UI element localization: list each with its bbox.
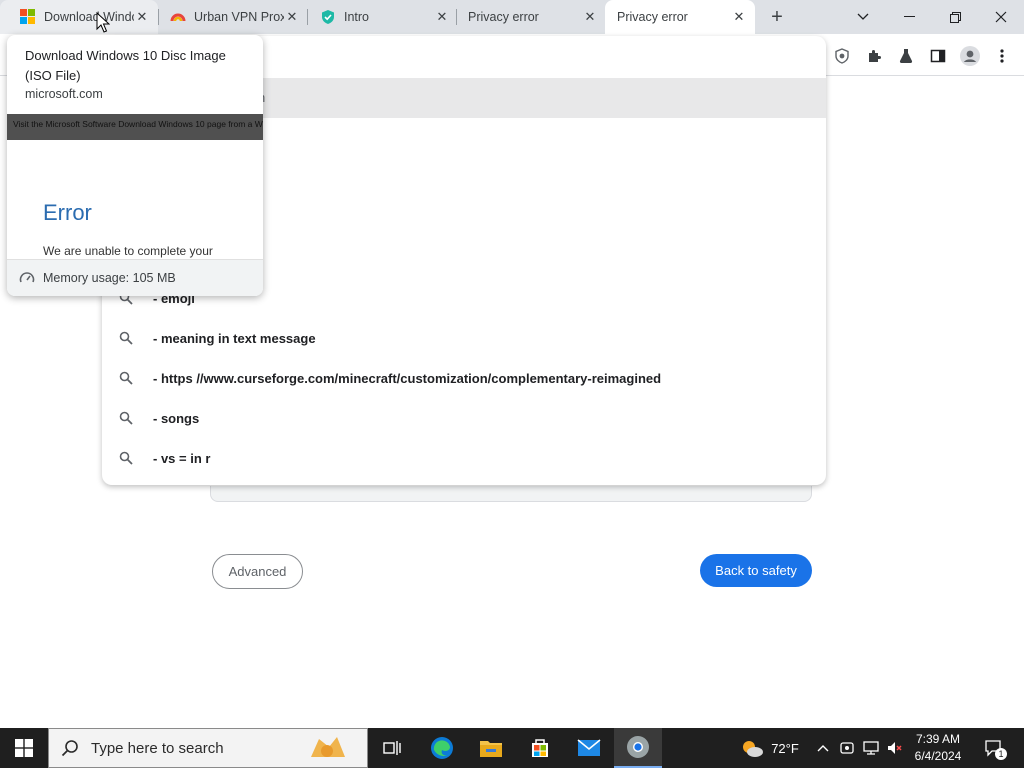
minimize-icon [903, 16, 915, 17]
close-icon[interactable]: ✕ [731, 9, 747, 25]
restore-button[interactable] [932, 0, 978, 34]
taskbar-edge[interactable] [418, 728, 466, 768]
hover-card-footer: Memory usage: 105 MB [7, 259, 263, 296]
microsoft-icon [20, 9, 36, 25]
suggestion-item[interactable]: - https //www.curseforge.com/minecraft/c… [102, 358, 826, 398]
search-icon [119, 451, 133, 465]
taskbar-clock[interactable]: 7:39 AM 6/4/2024 [908, 731, 968, 765]
tab-privacy-error-active[interactable]: Privacy error ✕ [605, 0, 755, 34]
hover-card-domain: microsoft.com [25, 87, 103, 101]
hover-card-title: Download Windows 10 Disc Image (ISO File… [25, 48, 226, 83]
notification-center-button[interactable]: 1 [980, 728, 1008, 768]
volume-muted-icon[interactable] [884, 728, 906, 768]
tab-urban-vpn[interactable]: Urban VPN Proxy ✕ [150, 0, 308, 34]
tab-download-windows[interactable]: Download Windows 10 Disc Image (ISO File… [0, 0, 158, 34]
suggestion-text: - https //www.curseforge.com/minecraft/c… [153, 370, 662, 386]
folder-icon [480, 741, 502, 757]
close-window-button[interactable] [978, 0, 1024, 34]
profile-avatar-icon[interactable] [960, 46, 980, 66]
suggestion-item[interactable]: - meaning in text message [102, 318, 826, 358]
shield-check-icon [320, 9, 336, 25]
mail-icon [577, 739, 601, 756]
minimize-button[interactable] [886, 0, 932, 34]
taskbar-store[interactable] [516, 728, 564, 768]
task-view-button[interactable] [368, 728, 416, 768]
suggestion-text: - vs = in r [153, 450, 211, 466]
hover-card-preview: Visit the Microsoft Software Download Wi… [7, 114, 263, 259]
suggestion-item[interactable]: - songs [102, 398, 826, 438]
suggestion-item[interactable]: - vs = in r [102, 438, 826, 478]
side-panel-icon[interactable] [928, 46, 948, 66]
search-icon [119, 331, 133, 345]
tab-title: Urban VPN Proxy [194, 10, 284, 24]
suggestion-text: - meaning in text message [153, 330, 316, 346]
windows-logo-icon [15, 739, 33, 757]
tab-search-button[interactable] [840, 0, 886, 34]
tab-title: Download Windows 10 Disc Image (ISO File… [44, 10, 134, 24]
search-icon [119, 411, 133, 425]
close-icon[interactable]: ✕ [284, 9, 300, 25]
search-icon [119, 371, 133, 385]
close-icon[interactable]: ✕ [582, 9, 598, 25]
new-tab-button[interactable]: + [766, 7, 788, 27]
tab-intro[interactable]: Intro ✕ [300, 0, 458, 34]
clock-date: 6/4/2024 [914, 749, 962, 763]
preview-error-body: We are unable to complete your [43, 244, 213, 258]
kebab-menu-icon[interactable] [992, 46, 1012, 66]
meet-now-icon[interactable] [836, 728, 858, 768]
tab-privacy-error[interactable]: Privacy error ✕ [448, 0, 606, 34]
preview-error-heading: Error [43, 200, 92, 225]
preview-banner-text: Visit the Microsoft Software Download Wi… [13, 119, 263, 129]
notification-count-badge: 1 [995, 748, 1007, 760]
close-icon [995, 11, 1007, 23]
memory-usage-text: Memory usage: 105 MB [43, 271, 176, 285]
close-icon[interactable]: ✕ [134, 9, 150, 25]
tab-title: Intro [344, 10, 370, 24]
task-view-icon [383, 741, 401, 755]
page-details-panel [210, 486, 812, 502]
tab-title: Privacy error [468, 10, 539, 24]
taskbar-file-explorer[interactable] [467, 728, 515, 768]
advanced-button[interactable]: Advanced [212, 554, 303, 589]
preview-banner: Visit the Microsoft Software Download Wi… [7, 114, 263, 140]
labs-flask-icon[interactable] [896, 46, 916, 66]
taskbar-mail[interactable] [565, 728, 613, 768]
extensions-puzzle-icon[interactable] [864, 46, 884, 66]
search-placeholder: Type here to search [91, 739, 224, 757]
windows-taskbar: Type here to search 72°F 7:39 AM 6/4/202… [0, 728, 1024, 768]
tab-strip: Download Windows 10 Disc Image (ISO File… [0, 0, 1024, 34]
search-icon [61, 740, 78, 757]
chrome-icon [627, 736, 649, 758]
memory-gauge-icon [19, 272, 35, 283]
store-bag-icon [532, 739, 548, 757]
tab-hover-card: Download Windows 10 Disc Image (ISO File… [7, 35, 263, 296]
network-icon[interactable] [860, 728, 882, 768]
suggestion-text: - songs [153, 410, 200, 426]
chevron-up-icon[interactable] [812, 728, 834, 768]
back-to-safety-button[interactable]: Back to safety [700, 554, 812, 587]
mouse-cursor-icon [96, 12, 110, 33]
chevron-down-icon [857, 13, 869, 20]
clock-time: 7:39 AM [915, 732, 961, 746]
taskbar-chrome[interactable] [614, 728, 662, 768]
start-button[interactable] [0, 728, 48, 768]
urban-vpn-icon [170, 9, 186, 25]
vpn-extension-icon[interactable] [832, 46, 852, 66]
edge-icon [431, 737, 453, 759]
restore-icon [949, 11, 961, 23]
taskbar-search-box[interactable]: Type here to search [48, 728, 368, 768]
weather-icon[interactable] [738, 728, 766, 768]
tab-title: Privacy error [617, 10, 688, 24]
weather-temperature[interactable]: 72°F [767, 728, 803, 768]
search-highlight-illustration-icon [311, 737, 345, 757]
